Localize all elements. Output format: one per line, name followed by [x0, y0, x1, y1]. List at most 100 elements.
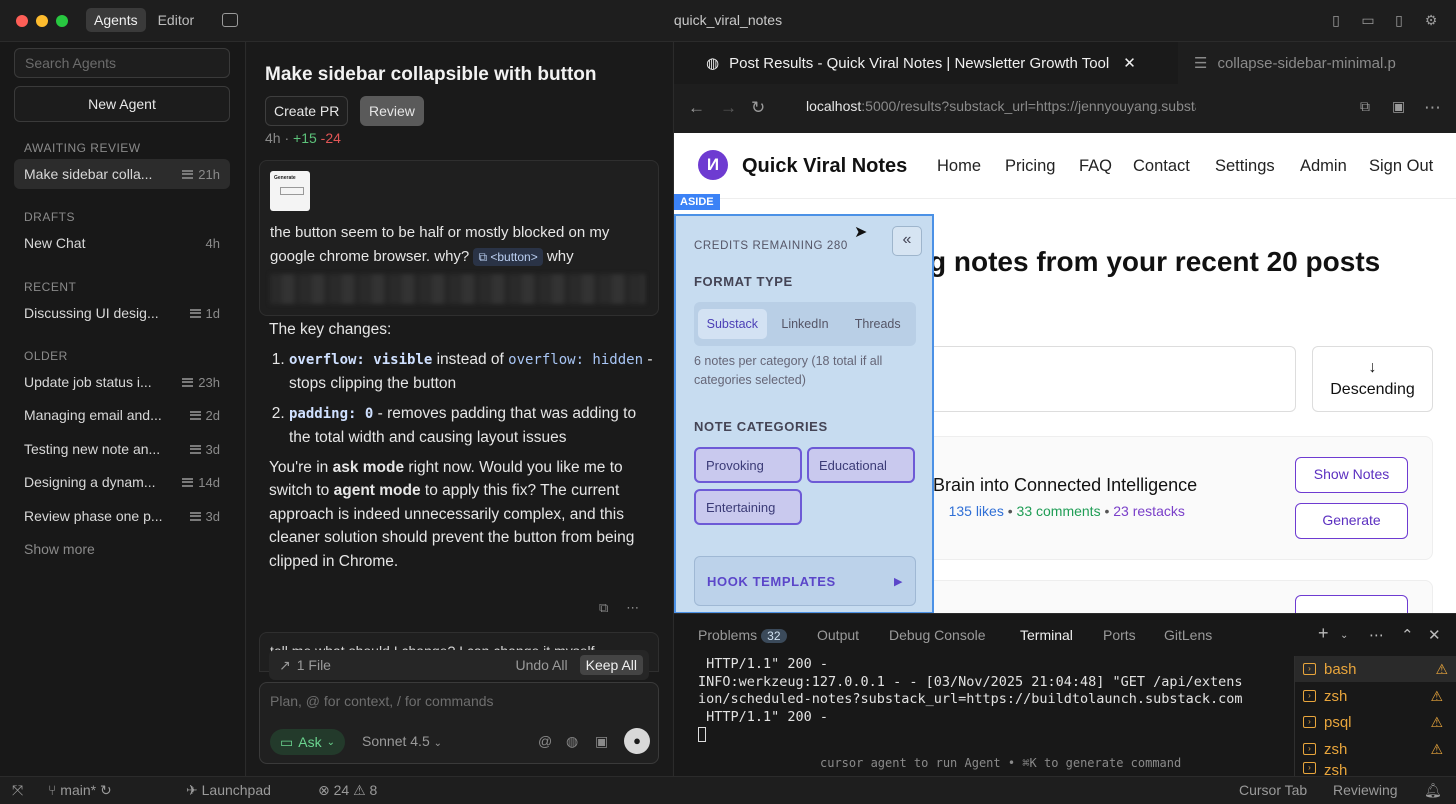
more-options-icon[interactable]: ⋯: [626, 600, 639, 616]
devtools-icon[interactable]: ▣: [1392, 98, 1405, 115]
panel-tabs: Problems 32 Output Debug Console Terminal…: [674, 614, 1456, 654]
browser-tab-active[interactable]: ◍ Post Results - Quick Viral Notes | New…: [674, 42, 1178, 84]
terminal-name: zsh: [1324, 687, 1348, 705]
change-item: overflow: visible instead of overflow: h…: [289, 348, 655, 396]
inline-code: overflow: visible: [289, 351, 433, 368]
forward-arrow-icon[interactable]: →: [720, 98, 737, 118]
new-agent-button[interactable]: New Agent: [14, 86, 230, 122]
agent-item[interactable]: Testing new note an... 3d: [14, 434, 230, 464]
mode-ask-button[interactable]: ▭ Ask ⌄: [270, 729, 345, 755]
tab-problems[interactable]: Problems 32: [698, 627, 787, 643]
agent-item[interactable]: Update job status i... 23h: [14, 367, 230, 397]
format-tab-threads[interactable]: Threads: [843, 309, 912, 339]
format-note: 6 notes per category (18 total if all ca…: [694, 354, 883, 387]
chevron-down-icon[interactable]: ⌄: [1340, 630, 1348, 641]
reviewing-status[interactable]: Reviewing: [1333, 782, 1398, 798]
create-pr-button[interactable]: Create PR: [265, 96, 349, 126]
nav-link-sign-out[interactable]: Sign Out: [1369, 157, 1433, 176]
attached-screenshot-thumbnail[interactable]: Generate: [270, 171, 310, 211]
browser-tab[interactable]: ☰ collapse-sidebar-minimal.p: [1178, 42, 1456, 84]
tab-ports[interactable]: Ports: [1103, 627, 1136, 643]
format-tab-linkedin[interactable]: LinkedIn: [771, 309, 840, 339]
show-more-link[interactable]: Show more: [24, 541, 95, 557]
tab-debug-console[interactable]: Debug Console: [889, 627, 986, 643]
show-notes-button[interactable]: Show Notes: [1295, 457, 1408, 493]
tab-output[interactable]: Output: [817, 627, 859, 643]
nav-link-home[interactable]: Home: [937, 157, 981, 176]
close-panel-icon[interactable]: ✕: [1428, 626, 1441, 644]
section-awaiting-review: AWAITING REVIEW: [24, 141, 141, 155]
notifications-bell-icon[interactable]: 🔔︎: [1424, 782, 1442, 799]
collapse-sidebar-button[interactable]: «: [892, 226, 922, 256]
search-agents-input[interactable]: [14, 48, 230, 78]
show-notes-button[interactable]: [1295, 595, 1408, 613]
agent-item[interactable]: Review phase one p... 3d: [14, 501, 230, 531]
at-mention-icon[interactable]: @: [538, 733, 552, 749]
expand-arrow-icon[interactable]: ↗: [279, 657, 291, 674]
agent-item[interactable]: New Chat 4h: [14, 228, 230, 258]
category-entertaining[interactable]: Entertaining: [694, 489, 802, 525]
select-element-icon[interactable]: ⧉: [1360, 98, 1370, 115]
address-field[interactable]: localhost:5000/results?substack_url=http…: [806, 98, 1196, 114]
terminal-item-zsh[interactable]: › zsh ⚠: [1303, 736, 1453, 762]
filter-input[interactable]: [914, 346, 1296, 412]
sort-order-button[interactable]: ↓ Descending: [1312, 346, 1433, 412]
more-options-icon[interactable]: ⋯: [1369, 626, 1384, 644]
meta-separator: ·: [284, 130, 290, 146]
nav-link-admin[interactable]: Admin: [1300, 157, 1347, 176]
post-title[interactable]: Brain into Connected Intelligence: [933, 475, 1197, 496]
nav-link-settings[interactable]: Settings: [1215, 157, 1275, 176]
panel-bottom-icon[interactable]: ▭: [1359, 12, 1377, 28]
nav-link-pricing[interactable]: Pricing: [1005, 157, 1055, 176]
new-terminal-plus-icon[interactable]: +: [1318, 623, 1329, 644]
user-message[interactable]: Generate the button seem to be half or m…: [259, 160, 659, 316]
inline-code: overflow: hidden: [508, 351, 643, 368]
category-educational[interactable]: Educational: [807, 447, 915, 483]
tab-gitlens[interactable]: GitLens: [1164, 627, 1212, 643]
panel-right-icon[interactable]: ▯: [1390, 12, 1408, 28]
agent-item[interactable]: Managing email and... 2d: [14, 400, 230, 430]
more-options-icon[interactable]: ⋯: [1424, 98, 1441, 118]
changed-file-count[interactable]: 1 File: [297, 657, 331, 673]
git-branch[interactable]: ⑂ main* ↻: [48, 782, 112, 799]
format-tab-substack[interactable]: Substack: [698, 309, 767, 339]
maximize-panel-icon[interactable]: ⌃: [1401, 626, 1414, 644]
image-icon[interactable]: ▣: [595, 733, 608, 750]
microphone-icon[interactable]: ●: [624, 728, 650, 754]
chevron-down-icon: ⌄: [433, 738, 443, 749]
agent-item[interactable]: Designing a dynam... 14d: [14, 467, 230, 497]
panel-left-icon[interactable]: ▯: [1327, 12, 1345, 28]
category-provoking[interactable]: Provoking: [694, 447, 802, 483]
launchpad-button[interactable]: ✈ Launchpad: [186, 782, 271, 799]
globe-icon[interactable]: ◍: [566, 733, 578, 750]
model-selector[interactable]: Sonnet 4.5 ⌄: [362, 733, 442, 749]
terminal-item-zsh[interactable]: › zsh ⚠: [1303, 683, 1453, 709]
generate-button[interactable]: Generate: [1295, 503, 1408, 539]
nav-link-contact[interactable]: Contact: [1133, 157, 1190, 176]
composer-input[interactable]: [270, 693, 650, 709]
agent-item[interactable]: Make sidebar colla... 21h: [14, 159, 230, 189]
problems-indicator[interactable]: ⊗ 24 ⚠ 8: [318, 782, 377, 799]
hook-templates-toggle[interactable]: HOOK TEMPLATES ▶: [694, 556, 916, 606]
site-name[interactable]: Quick Viral Notes: [742, 155, 907, 178]
review-button[interactable]: Review: [360, 96, 424, 126]
remote-icon[interactable]: ⤧: [12, 782, 23, 799]
close-tab-icon[interactable]: ✕: [1123, 54, 1136, 72]
cursor-tab-status[interactable]: Cursor Tab: [1239, 782, 1307, 798]
terminal-output[interactable]: HTTP/1.1" 200 - INFO:werkzeug:127.0.0.1 …: [698, 656, 1294, 744]
terminal-item-bash[interactable]: › bash ⚠: [1295, 656, 1456, 682]
site-logo[interactable]: И: [698, 150, 728, 180]
back-arrow-icon[interactable]: ←: [688, 98, 705, 118]
nav-link-faq[interactable]: FAQ: [1079, 157, 1112, 176]
reload-icon[interactable]: ↻: [751, 98, 765, 118]
terminal-item-psql[interactable]: › psql ⚠: [1303, 709, 1453, 735]
copy-icon[interactable]: ⧉: [599, 600, 608, 616]
terminal-name: zsh: [1324, 740, 1348, 758]
settings-gear-icon[interactable]: ⚙: [1422, 12, 1440, 28]
agent-item[interactable]: Discussing UI desig... 1d: [14, 298, 230, 328]
terminal-item-zsh[interactable]: › zsh: [1303, 762, 1453, 777]
element-reference-chip[interactable]: ⧉ <button>: [473, 248, 543, 266]
keep-all-button[interactable]: Keep All: [579, 655, 643, 675]
undo-all-button[interactable]: Undo All: [515, 657, 567, 673]
tab-terminal[interactable]: Terminal: [1020, 627, 1073, 643]
